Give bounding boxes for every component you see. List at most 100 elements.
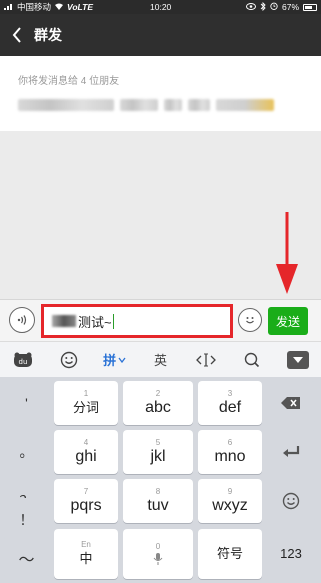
recipient-summary: 你将发消息给 4 位朋友 (18, 76, 120, 87)
punct-key[interactable]: ' (4, 381, 49, 424)
back-icon[interactable] (0, 14, 34, 56)
punct-key[interactable]: 。 (4, 430, 49, 473)
key-number: 3 (227, 389, 233, 398)
emoji-panel-icon[interactable] (46, 342, 92, 378)
recipient-card: 你将发消息给 4 位朋友 (0, 56, 321, 131)
redacted-name (120, 99, 158, 111)
cursor-move-icon[interactable] (183, 342, 229, 378)
key-1[interactable]: 1 分词 (54, 381, 118, 425)
tilde-key-label: ～ (18, 552, 35, 569)
key-label: jkl (150, 448, 166, 465)
key-number: 2 (155, 389, 161, 398)
key-label: 分词 (72, 400, 99, 415)
microphone-icon (153, 553, 163, 565)
wifi-icon (54, 2, 64, 12)
redacted-text (52, 315, 76, 327)
key-9[interactable]: 9 wxyz (198, 479, 262, 523)
key-label: tuv (147, 497, 169, 514)
keyboard: ' 。 ？ ！ 1 分词 2 abc 3 def 4 ghi 5 jkl (0, 377, 321, 583)
ime-logo-icon[interactable]: du (0, 342, 46, 378)
search-icon[interactable] (229, 342, 275, 378)
input-bar: 测试~ 发送 (0, 299, 321, 341)
emoji-key[interactable] (267, 479, 315, 523)
key-number: En (81, 540, 91, 549)
key-8[interactable]: 8 tuv (123, 479, 193, 523)
key-label: 中 (79, 551, 93, 566)
keyboard-toolbar: du 拼 英 (0, 341, 321, 377)
key-label: 123 (280, 546, 302, 561)
battery-icon (303, 3, 317, 11)
title-bar: 群发 (0, 14, 321, 56)
keyboard-hide-icon[interactable] (287, 351, 309, 369)
key-number: 0 (155, 542, 161, 551)
key-label: wxyz (212, 497, 248, 514)
enter-button[interactable] (267, 430, 315, 474)
emoji-button[interactable] (238, 308, 262, 332)
key-number: 5 (155, 438, 161, 447)
punct-key-label: ' (25, 394, 28, 411)
punct-key-label: ！ (19, 511, 34, 528)
key-number: 9 (227, 487, 233, 496)
redacted-name (216, 99, 274, 111)
key-number: 7 (83, 487, 89, 496)
key-3[interactable]: 3 def (198, 381, 262, 425)
network-label: VoLTE (67, 2, 93, 12)
status-left: 中国移动 VoLTE (4, 1, 134, 13)
recipient-names-redacted (18, 99, 303, 111)
key-label: abc (145, 399, 171, 416)
key-number: 1 (83, 389, 89, 398)
key-number: 4 (83, 438, 89, 447)
key-6[interactable]: 6 mno (198, 430, 262, 474)
chevron-down-icon (118, 357, 126, 363)
key-label: 符号 (216, 546, 243, 561)
backspace-button[interactable] (267, 381, 315, 425)
backspace-icon (281, 397, 300, 409)
signal-icon (4, 2, 14, 12)
tab-english[interactable]: 英 (138, 342, 184, 378)
text-cursor (112, 313, 114, 329)
annotation-arrow-icon (276, 212, 298, 294)
key-2[interactable]: 2 abc (123, 381, 193, 425)
chat-area (0, 131, 321, 299)
number-switch-key[interactable]: 123 (267, 529, 315, 579)
page-title: 群发 (34, 27, 62, 43)
key-4[interactable]: 4 ghi (54, 430, 118, 474)
smiley-icon (246, 317, 254, 324)
battery-percent: 67% (281, 2, 299, 12)
key-label: def (218, 399, 242, 416)
tilde-key[interactable]: ～ (4, 537, 49, 579)
redacted-name (18, 99, 114, 111)
clock: 10:20 (150, 2, 172, 12)
carrier-label: 中国移动 (17, 2, 52, 12)
key-5[interactable]: 5 jkl (123, 430, 193, 474)
space-key[interactable]: 0 (123, 529, 193, 579)
bluetooth-icon (260, 1, 266, 13)
message-text: 测试~ (78, 314, 112, 330)
tab-pinyin[interactable]: 拼 (92, 342, 138, 378)
tab-english-label: 英 (153, 353, 167, 368)
alarm-icon (270, 2, 278, 12)
key-number: 8 (155, 487, 161, 496)
status-bar: 中国移动 VoLTE 10:20 67% (0, 0, 321, 14)
enter-icon (283, 446, 300, 457)
voice-icon (17, 315, 27, 325)
eye-icon (245, 2, 256, 12)
key-label: ghi (75, 448, 97, 465)
key-label: pqrs (70, 497, 102, 514)
redacted-name (188, 99, 210, 111)
punct-key-label: 。 (19, 443, 34, 460)
chinese-english-switch-key[interactable]: En 中 (54, 529, 118, 579)
key-number: 6 (227, 438, 233, 447)
message-input[interactable]: 测试~ (41, 304, 233, 338)
punct-key[interactable]: ！ (4, 498, 49, 541)
send-button[interactable]: 发送 (268, 307, 308, 335)
key-label: mno (214, 448, 246, 465)
key-7[interactable]: 7 pqrs (54, 479, 118, 523)
redacted-name (164, 99, 182, 111)
svg-text:du: du (18, 358, 27, 366)
screen: 中国移动 VoLTE 10:20 67% 群发 你将发消息给 4 位朋友 测试~… (0, 0, 321, 583)
symbol-key[interactable]: 符号 (198, 529, 262, 579)
voice-button[interactable] (9, 307, 35, 333)
smiley-icon (282, 492, 300, 510)
status-right: 67% (197, 1, 317, 13)
